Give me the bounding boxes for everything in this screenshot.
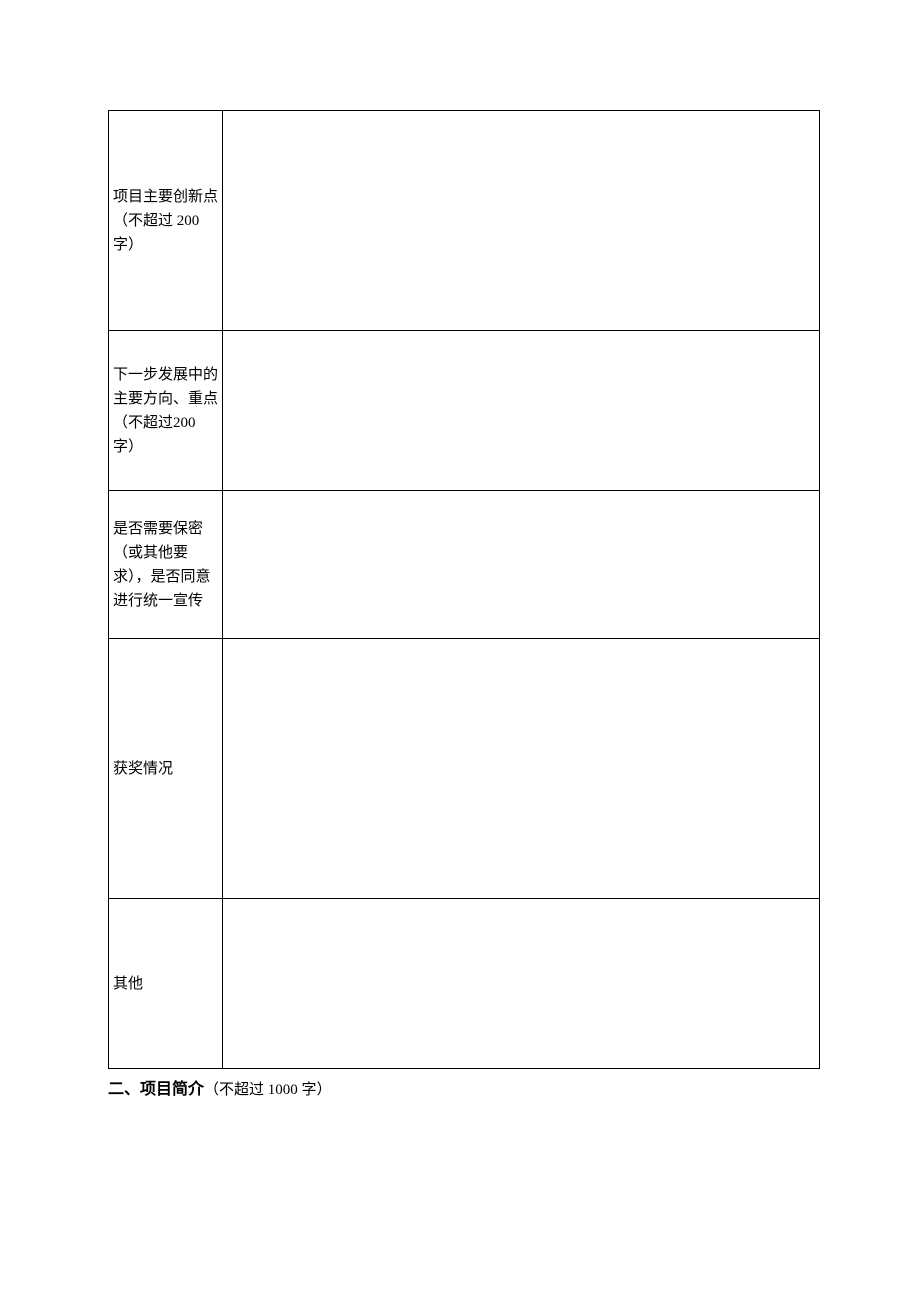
document-page: 项目主要创新点（不超过 200字） 下一步发展中的主要方向、重点（不超过200 …	[0, 0, 920, 1099]
section-heading: 二、项目简介（不超过 1000 字）	[108, 1075, 820, 1099]
form-table: 项目主要创新点（不超过 200字） 下一步发展中的主要方向、重点（不超过200 …	[108, 110, 820, 1069]
table-row: 获奖情况	[109, 639, 820, 899]
row-label-confidential: 是否需要保密（或其他要求），是否同意进行统一宣传	[109, 491, 223, 639]
table-row: 项目主要创新点（不超过 200字）	[109, 111, 820, 331]
section-title: 项目简介	[140, 1081, 204, 1098]
table-row: 其他	[109, 899, 820, 1069]
table-row: 是否需要保密（或其他要求），是否同意进行统一宣传	[109, 491, 820, 639]
row-content-nextsteps[interactable]	[223, 331, 820, 491]
section-note: （不超过 1000 字）	[204, 1082, 332, 1098]
row-content-confidential[interactable]	[223, 491, 820, 639]
row-content-awards[interactable]	[223, 639, 820, 899]
row-label-other: 其他	[109, 899, 223, 1069]
section-prefix: 二、	[108, 1081, 140, 1098]
row-label-awards: 获奖情况	[109, 639, 223, 899]
row-content-other[interactable]	[223, 899, 820, 1069]
row-label-innovation: 项目主要创新点（不超过 200字）	[109, 111, 223, 331]
row-label-nextsteps: 下一步发展中的主要方向、重点（不超过200 字）	[109, 331, 223, 491]
row-content-innovation[interactable]	[223, 111, 820, 331]
table-row: 下一步发展中的主要方向、重点（不超过200 字）	[109, 331, 820, 491]
